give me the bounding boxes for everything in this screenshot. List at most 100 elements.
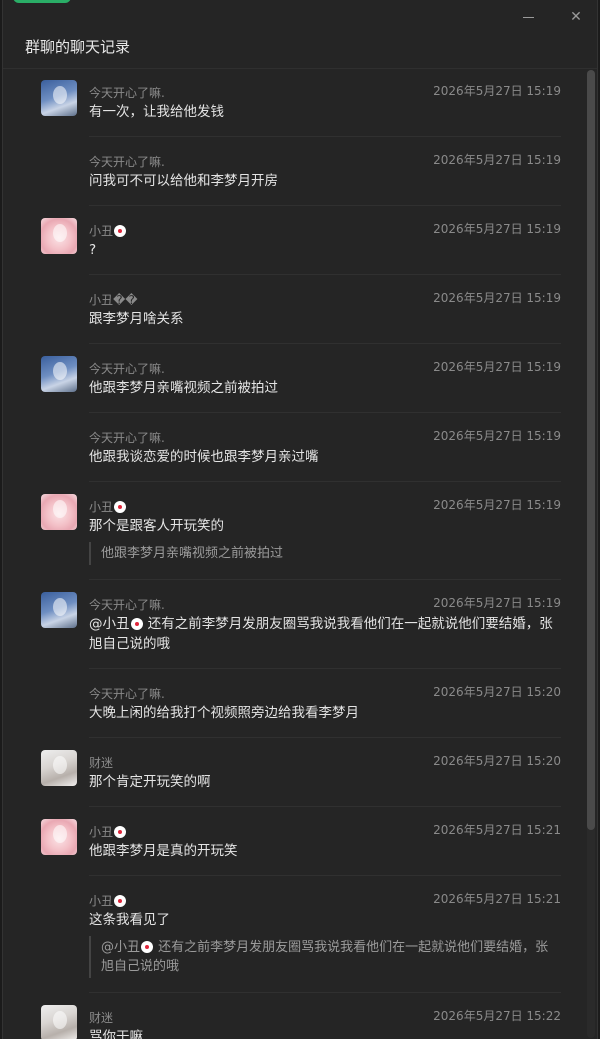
message-item[interactable]: 小丑�� 2026年5月27日 15:19 跟李梦月啥关系: [41, 275, 561, 344]
sender-name[interactable]: 财迷: [89, 1011, 113, 1025]
message-header: 财迷 2026年5月27日 15:20: [89, 752, 561, 770]
sender-name[interactable]: 今天开心了嘛.: [89, 598, 165, 612]
message-item[interactable]: 小丑 2026年5月27日 15:21 这条我看见了 @小丑 还有之前李梦月发朋友圈骂…: [41, 876, 561, 993]
sender-name[interactable]: 今天开心了嘛.: [89, 362, 165, 376]
sender-name[interactable]: 今天开心了嘛.: [89, 155, 165, 169]
quoted-mention: @小丑: [101, 940, 141, 955]
mention[interactable]: @小丑: [89, 616, 130, 632]
message-time: 2026年5月27日 15:21: [433, 823, 561, 837]
message-item[interactable]: 今天开心了嘛. 2026年5月27日 15:19 问我可不可以给他和李梦月开房: [41, 137, 561, 206]
avatar[interactable]: [41, 80, 77, 116]
message-time: 2026年5月27日 15:19: [433, 596, 561, 610]
message-body: 今天开心了嘛. 2026年5月27日 15:19 他跟李梦月亲嘴视频之前被拍过: [89, 344, 561, 413]
avatar[interactable]: [41, 1005, 77, 1039]
message-text: 那个是跟客人开玩笑的: [89, 518, 224, 534]
avatar-face: [53, 825, 67, 843]
sender-name[interactable]: 小丑: [89, 224, 113, 238]
quoted-message[interactable]: 他跟李梦月亲嘴视频之前被拍过: [89, 542, 561, 565]
message-item[interactable]: 今天开心了嘛. 2026年5月27日 15:20 大晚上闲的给我打个视频照旁边给我看…: [41, 669, 561, 738]
message-header: 小丑 2026年5月27日 15:19: [89, 220, 561, 238]
message-header: 财迷 2026年5月27日 15:22: [89, 1007, 561, 1025]
message-item[interactable]: 财迷 2026年5月27日 15:22 骂你干嘛: [41, 993, 561, 1039]
message-text: 大晚上闲的给我打个视频照旁边给我看李梦月: [89, 705, 359, 721]
avatar-face: [53, 500, 67, 518]
clown-emoji-icon: [114, 895, 127, 907]
message-item[interactable]: 今天开心了嘛. 2026年5月27日 15:19 他跟我谈恋爱的时候也跟李梦月亲过嘴: [41, 413, 561, 482]
avatar[interactable]: [41, 494, 77, 530]
sender-name[interactable]: 今天开心了嘛.: [89, 687, 165, 701]
message-time: 2026年5月27日 15:20: [433, 685, 561, 699]
sender-name[interactable]: 小丑: [89, 500, 113, 514]
message-text: 他跟李梦月是真的开玩笑: [89, 843, 238, 859]
clown-emoji-icon: [114, 225, 127, 237]
avatar[interactable]: [41, 819, 77, 855]
message-item[interactable]: 财迷 2026年5月27日 15:20 那个肯定开玩笑的啊: [41, 738, 561, 807]
message-body: 小丑 2026年5月27日 15:21 这条我看见了 @小丑 还有之前李梦月发朋友圈骂…: [89, 876, 561, 993]
message-text: 那个肯定开玩笑的啊: [89, 774, 211, 790]
scrollbar-thumb[interactable]: [587, 70, 595, 830]
message-item[interactable]: 今天开心了嘛. 2026年5月27日 15:19 他跟李梦月亲嘴视频之前被拍过: [41, 344, 561, 413]
window-title: 群聊的聊天记录: [25, 38, 131, 56]
avatar-face: [53, 224, 67, 242]
message-header: 小丑 2026年5月27日 15:21: [89, 890, 561, 908]
message-body: 今天开心了嘛. 2026年5月27日 15:20 大晚上闲的给我打个视频照旁边给我看…: [89, 669, 561, 738]
message-time: 2026年5月27日 15:20: [433, 754, 561, 768]
message-item[interactable]: 小丑 2026年5月27日 15:19?: [41, 206, 561, 275]
scrollbar[interactable]: [587, 70, 595, 1038]
message-item[interactable]: 今天开心了嘛. 2026年5月27日 15:19 @小丑 还有之前李梦月发朋友圈骂我…: [41, 580, 561, 669]
clown-emoji-icon: [141, 941, 154, 953]
message-item[interactable]: 小丑 2026年5月27日 15:21 他跟李梦月是真的开玩笑: [41, 807, 561, 876]
message-body: 财迷 2026年5月27日 15:20 那个肯定开玩笑的啊: [89, 738, 561, 807]
message-body: 今天开心了嘛. 2026年5月27日 15:19 问我可不可以给他和李梦月开房: [89, 137, 561, 206]
close-icon[interactable]: ✕: [565, 8, 587, 26]
clown-emoji-icon: [114, 501, 127, 513]
sender-name[interactable]: 财迷: [89, 756, 113, 770]
message-text: 问我可不可以给他和李梦月开房: [89, 173, 278, 189]
clown-emoji-icon: [114, 826, 127, 838]
avatar-face: [53, 86, 67, 104]
chat-history-window: 群聊的聊天记录 ✕ 今天开心了嘛. 2026年5月27日 15:19 有一次，让我给…: [2, 0, 598, 1039]
sender-name[interactable]: 今天开心了嘛.: [89, 86, 165, 100]
message-body: 今天开心了嘛. 2026年5月27日 15:19 @小丑 还有之前李梦月发朋友圈骂我…: [89, 580, 561, 669]
message-header: 今天开心了嘛. 2026年5月27日 15:20: [89, 683, 561, 701]
message-time: 2026年5月27日 15:19: [433, 84, 561, 98]
message-time: 2026年5月27日 15:19: [433, 153, 561, 167]
message-text: @小丑 还有之前李梦月发朋友圈骂我说我看他们在一起就说他们要结婚，张旭自己说的哦: [89, 616, 553, 652]
message-body: 财迷 2026年5月27日 15:22 骂你干嘛: [89, 993, 561, 1039]
message-time: 2026年5月27日 15:19: [433, 498, 561, 512]
message-body: 今天开心了嘛. 2026年5月27日 15:19 有一次，让我给他发钱: [89, 68, 561, 137]
message-header: 小丑 2026年5月27日 15:21: [89, 821, 561, 839]
quoted-message[interactable]: @小丑 还有之前李梦月发朋友圈骂我说我看他们在一起就说他们要结婚，张旭自己说的哦: [89, 936, 561, 978]
message-time: 2026年5月27日 15:19: [433, 429, 561, 443]
avatar[interactable]: [41, 592, 77, 628]
message-body: 小丑 2026年5月27日 15:19?: [89, 206, 561, 275]
avatar-face: [53, 1011, 67, 1029]
message-text: 骂你干嘛: [89, 1029, 143, 1039]
message-header: 今天开心了嘛. 2026年5月27日 15:19: [89, 594, 561, 612]
message-body: 今天开心了嘛. 2026年5月27日 15:19 他跟我谈恋爱的时候也跟李梦月亲过嘴: [89, 413, 561, 482]
minimize-icon[interactable]: [517, 8, 539, 26]
avatar[interactable]: [41, 356, 77, 392]
message-text: 他跟我谈恋爱的时候也跟李梦月亲过嘴: [89, 449, 319, 465]
message-body: 小丑 2026年5月27日 15:21 他跟李梦月是真的开玩笑: [89, 807, 561, 876]
message-text: ?: [89, 242, 97, 258]
message-body: 小丑 2026年5月27日 15:19 那个是跟客人开玩笑的他跟李梦月亲嘴视频之前被…: [89, 482, 561, 580]
message-time: 2026年5月27日 15:21: [433, 892, 561, 906]
message-body: 小丑�� 2026年5月27日 15:19 跟李梦月啥关系: [89, 275, 561, 344]
sender-name[interactable]: 小丑: [89, 894, 113, 908]
message-text: 跟李梦月啥关系: [89, 311, 184, 327]
sender-name[interactable]: 今天开心了嘛.: [89, 431, 165, 445]
message-item[interactable]: 今天开心了嘛. 2026年5月27日 15:19 有一次，让我给他发钱: [41, 68, 561, 137]
avatar-face: [53, 598, 67, 616]
sender-name[interactable]: 小丑��: [89, 293, 138, 307]
avatar[interactable]: [41, 218, 77, 254]
avatar[interactable]: [41, 750, 77, 786]
message-text: 有一次，让我给他发钱: [89, 104, 224, 120]
sender-name[interactable]: 小丑: [89, 825, 113, 839]
title-bar: 群聊的聊天记录 ✕: [3, 0, 597, 69]
message-item[interactable]: 小丑 2026年5月27日 15:19 那个是跟客人开玩笑的他跟李梦月亲嘴视频之前被…: [41, 482, 561, 580]
message-time: 2026年5月27日 15:22: [433, 1009, 561, 1023]
message-list[interactable]: 今天开心了嘛. 2026年5月27日 15:19 有一次，让我给他发钱 今天开心了嘛.…: [3, 68, 585, 1039]
avatar-face: [53, 362, 67, 380]
message-header: 今天开心了嘛. 2026年5月27日 15:19: [89, 82, 561, 100]
